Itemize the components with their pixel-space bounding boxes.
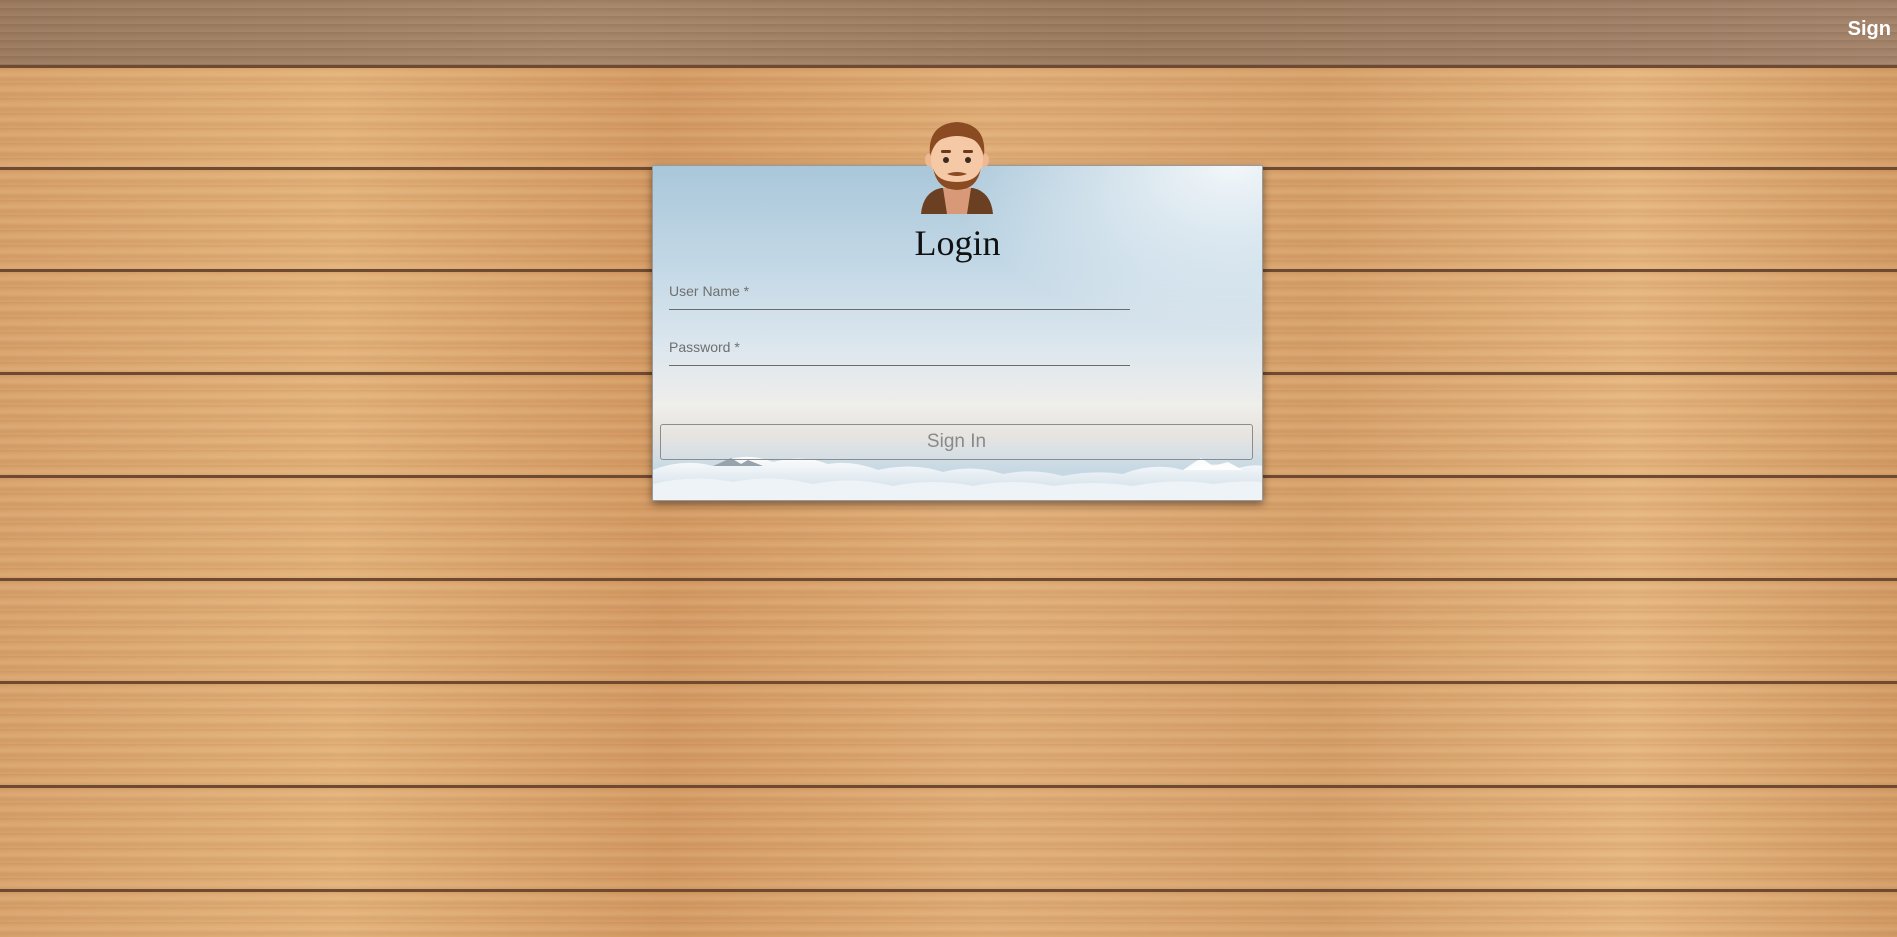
username-input[interactable] <box>669 280 1134 311</box>
wood-plank <box>0 581 1897 684</box>
username-field[interactable]: User Name * <box>669 280 1134 311</box>
password-input[interactable] <box>669 336 1134 367</box>
wood-plank <box>0 684 1897 788</box>
login-title: Login <box>914 223 1001 263</box>
male-user-avatar-icon <box>921 122 993 214</box>
sign-in-button[interactable]: Sign In <box>660 424 1253 460</box>
wood-plank <box>0 788 1897 892</box>
sign-link[interactable]: Sign <box>1848 18 1891 41</box>
wood-plank <box>0 0 1897 68</box>
password-field[interactable]: Password * <box>669 336 1134 367</box>
wood-plank <box>0 892 1897 937</box>
